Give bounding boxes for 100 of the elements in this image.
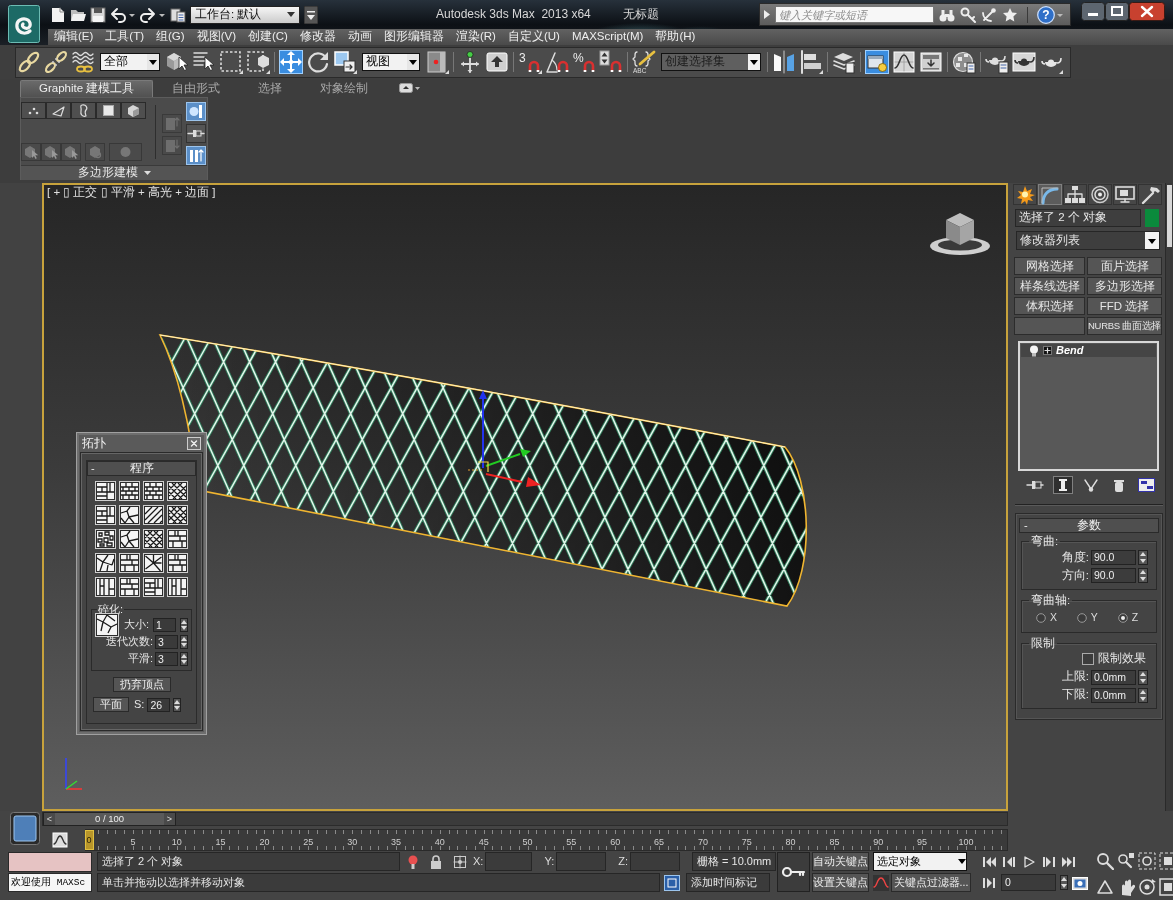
next-frame-icon[interactable]: [1041, 854, 1057, 869]
wireframe-surface[interactable]: [159, 334, 808, 607]
block-pattern-icon[interactable]: [167, 553, 188, 573]
menu-item[interactable]: 渲染(R): [449, 30, 502, 44]
schematic-view-icon[interactable]: [919, 50, 943, 74]
dashed-rectangle-icon[interactable]: [219, 50, 243, 74]
next-frame-button[interactable]: >: [164, 813, 175, 825]
wave-chain-icon[interactable]: [71, 50, 95, 74]
time-slider[interactable]: < 0 / 100 >: [42, 812, 1008, 826]
bar-pattern-icon[interactable]: [95, 577, 116, 597]
go-to-start-icon[interactable]: [981, 854, 997, 869]
menu-item[interactable]: 视图(V): [190, 30, 242, 44]
menu-item[interactable]: 编辑(E): [48, 30, 100, 44]
panel-toggle-icon[interactable]: [399, 83, 422, 93]
hierarchy-icon[interactable]: [1063, 184, 1087, 205]
menu-item[interactable]: 帮助(H): [649, 30, 702, 44]
dashed-square-cube-icon[interactable]: [246, 50, 270, 74]
menu-item[interactable]: 组(G): [150, 30, 191, 44]
ribbon-tab[interactable]: 自由形式: [153, 80, 240, 97]
lattice-pattern-icon[interactable]: [143, 529, 164, 549]
zoom-extents-all-icon[interactable]: [1159, 852, 1173, 870]
rotate-icon[interactable]: [306, 50, 330, 74]
bar-pattern-icon[interactable]: [167, 577, 188, 597]
number-field[interactable]: 3: [155, 651, 178, 666]
key-target-dropdown[interactable]: 选定对象: [873, 852, 967, 871]
menu-item[interactable]: 自定义(U): [501, 30, 566, 44]
number-field[interactable]: 1: [153, 617, 176, 632]
rollout-header[interactable]: - 程序: [87, 461, 196, 476]
curve-icon[interactable]: [873, 874, 889, 891]
scale-icon[interactable]: [333, 50, 357, 74]
coordinate-field[interactable]: [630, 852, 680, 871]
lattice-pattern-icon[interactable]: [167, 505, 188, 525]
modifier-button[interactable]: 样条线选择: [1014, 277, 1085, 295]
spinner-icon[interactable]: [180, 617, 188, 632]
axis-radio[interactable]: X: [1035, 611, 1057, 624]
bulb-icon[interactable]: [1029, 344, 1039, 357]
menu-item[interactable]: 图形编辑器: [377, 30, 450, 44]
axis-radio[interactable]: Z: [1117, 611, 1139, 624]
lattice-pattern-icon[interactable]: [167, 481, 188, 501]
discard-vertices-button[interactable]: 扔弃顶点: [112, 677, 171, 693]
bulb-icon[interactable]: [406, 853, 420, 870]
fracture-pattern-icon[interactable]: [95, 553, 116, 573]
spinner-icon[interactable]: [1060, 875, 1068, 890]
modifier-button[interactable]: 网格选择: [1014, 257, 1085, 275]
orbit-icon[interactable]: [1138, 877, 1156, 896]
block-pattern-icon[interactable]: [95, 505, 116, 525]
monitor-icon[interactable]: [1113, 184, 1137, 205]
layout-tile-icon[interactable]: [10, 812, 40, 845]
zoom-icon[interactable]: [1096, 852, 1114, 870]
spinner-icon[interactable]: [1138, 669, 1148, 685]
app-logo-icon[interactable]: [8, 5, 40, 43]
zoom-all-icon[interactable]: [1117, 852, 1135, 870]
align-icon[interactable]: [799, 50, 823, 74]
block-pattern-icon[interactable]: [167, 529, 188, 549]
track-bar[interactable]: 0 5 10 15 20 25 30 35 40 45 50 55 60 65 70 75 80 85 90 95 100: [85, 828, 1008, 851]
number-field[interactable]: 90.0: [1091, 550, 1136, 566]
curve-graph-icon[interactable]: [892, 50, 916, 74]
spinner-icon[interactable]: [1138, 687, 1148, 703]
chain-link-icon[interactable]: [17, 50, 41, 74]
color-swatch-icon[interactable]: [1145, 209, 1159, 227]
limit-effect-checkbox[interactable]: 限制效果: [1082, 652, 1146, 667]
listener-input-field[interactable]: [8, 852, 92, 872]
time-tag-icon[interactable]: [664, 874, 680, 891]
plane-button[interactable]: 平面: [93, 697, 129, 713]
maximize-icon[interactable]: [1105, 2, 1129, 21]
teapot-frame-icon[interactable]: [1012, 50, 1036, 74]
workspace-dropdown[interactable]: 工作台: 默认: [190, 5, 300, 24]
scrollbar[interactable]: [1165, 183, 1173, 811]
modifier-list-dropdown[interactable]: 修改器列表: [1016, 231, 1160, 250]
mirror-icon[interactable]: [772, 50, 796, 74]
brick-pattern-icon[interactable]: [119, 481, 140, 501]
key-icon[interactable]: [777, 852, 810, 892]
ribbon-tab[interactable]: Graphite 建模工具: [20, 80, 154, 97]
auto-key-button[interactable]: 自动关键点: [812, 852, 869, 871]
number-field[interactable]: 26: [147, 697, 171, 712]
viewport-label[interactable]: [ + ▯ 正交 ▯ 平滑 + 高光 + 边面 ]: [47, 186, 216, 200]
stone-pattern-icon[interactable]: [119, 505, 140, 525]
element-cube-icon[interactable]: [121, 102, 146, 119]
modifier-button[interactable]: 面片选择: [1087, 257, 1162, 275]
panel-bulb-icon[interactable]: [865, 50, 889, 74]
spinner-icon[interactable]: [1138, 568, 1148, 584]
collapse-toggle[interactable]: -: [1024, 518, 1032, 533]
number-field[interactable]: 3: [155, 634, 178, 649]
previous-frame-icon[interactable]: [1001, 854, 1017, 869]
menu-item[interactable]: MAXScript(M): [565, 30, 650, 44]
concentric-rings-icon[interactable]: [1088, 184, 1112, 205]
sparkle-burst-icon[interactable]: [1013, 184, 1037, 205]
stone-pattern-icon[interactable]: [119, 529, 140, 549]
close-icon[interactable]: [1129, 2, 1165, 21]
object-name-field[interactable]: 选择了 2 个 对象: [1015, 209, 1141, 227]
ribbon-tab[interactable]: 对象绘制: [301, 80, 388, 97]
project-folder-icon[interactable]: [170, 6, 186, 23]
manipulate-icon[interactable]: [458, 50, 482, 74]
rubble-pattern-icon[interactable]: [95, 529, 116, 549]
radio-icon[interactable]: [1117, 612, 1128, 623]
move-arrows-icon[interactable]: [279, 50, 303, 74]
modifier-button[interactable]: NURBS 曲面选择: [1087, 317, 1162, 335]
broken-chain-icon[interactable]: [44, 50, 68, 74]
redo-arrow-icon[interactable]: [140, 6, 166, 23]
modifier-stack-item[interactable]: Bend: [1021, 344, 1156, 357]
